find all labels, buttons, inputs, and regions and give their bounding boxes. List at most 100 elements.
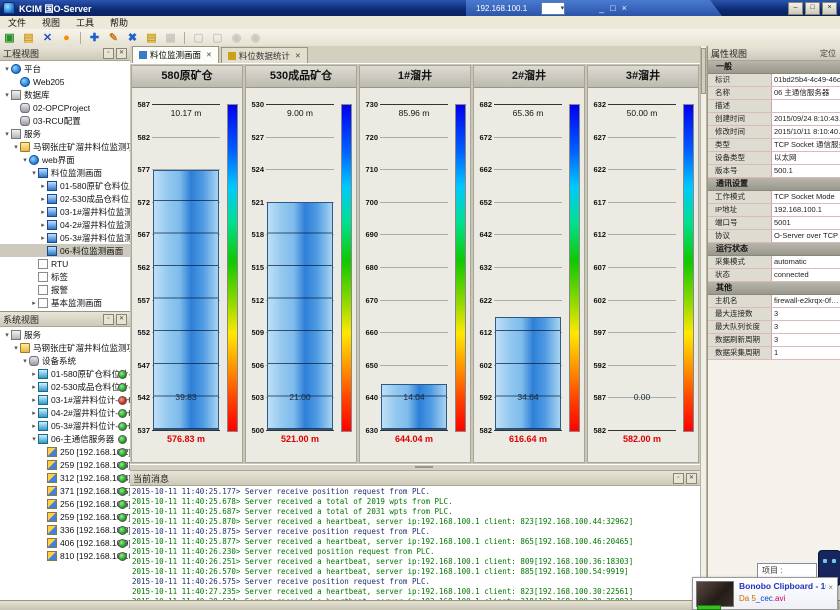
property-row[interactable]: 版本号500.1 bbox=[708, 165, 840, 178]
property-row[interactable]: 状态connected bbox=[708, 269, 840, 282]
property-row[interactable]: 名称06 主通信服务器 bbox=[708, 87, 840, 100]
tree-expander[interactable]: ▸ bbox=[30, 396, 38, 404]
tree-item[interactable]: ▾数据库 bbox=[0, 88, 130, 101]
tree-expander[interactable]: ▾ bbox=[12, 143, 20, 151]
tree-item[interactable]: ▸02-530成品仓料位监测-Mon bbox=[0, 192, 130, 205]
edit-icon[interactable]: ✎ bbox=[105, 31, 122, 45]
panel-close-icon[interactable]: ✕ bbox=[116, 48, 127, 59]
menu-item[interactable]: 工具 bbox=[68, 16, 102, 29]
tree-expander[interactable]: ▸ bbox=[30, 299, 38, 307]
tree-expander[interactable]: ▾ bbox=[3, 91, 11, 99]
tree-expander[interactable]: ▸ bbox=[39, 182, 47, 190]
notification-close-icon[interactable]: × bbox=[826, 581, 834, 606]
property-row[interactable]: 端口号5001 bbox=[708, 217, 840, 230]
tree-item[interactable]: ▸04-2#溜井料位监测-Mon bbox=[0, 218, 130, 231]
close-project-icon[interactable]: ✕ bbox=[39, 31, 56, 45]
document-tab[interactable]: 料位数据统计✕ bbox=[221, 47, 308, 63]
tree-item[interactable]: ▾服务 bbox=[0, 127, 130, 140]
window-button[interactable]: □ bbox=[805, 2, 820, 15]
tree-item[interactable]: 报警 bbox=[0, 283, 130, 296]
property-row[interactable]: 创建时间2015/09/24 8:10:43… bbox=[708, 113, 840, 126]
log-close-icon[interactable]: ✕ bbox=[686, 473, 697, 484]
tree-expander[interactable]: ▾ bbox=[30, 435, 38, 443]
property-row[interactable]: 设备类型以太网 bbox=[708, 152, 840, 165]
property-row[interactable]: 修改时间2015/10/11 8:10:40… bbox=[708, 126, 840, 139]
tree-expander[interactable]: ▸ bbox=[30, 383, 38, 391]
tree-expander[interactable]: ▸ bbox=[30, 409, 38, 417]
tree-item[interactable]: 02-OPCProject bbox=[0, 101, 130, 114]
tab-close-icon[interactable]: ✕ bbox=[206, 51, 212, 59]
panel-pin-icon[interactable]: ▫ bbox=[103, 48, 114, 59]
mdi-dropdown[interactable]: ▾ bbox=[541, 2, 565, 15]
run-icon[interactable]: ◉ bbox=[228, 31, 245, 45]
monitor-b-icon[interactable]: ▢ bbox=[209, 31, 226, 45]
scrollbar-thumb[interactable] bbox=[701, 48, 706, 94]
tree-item[interactable]: ▸05-3#溜井料位监测-Mon bbox=[0, 231, 130, 244]
property-row[interactable]: 最大队列长度3 bbox=[708, 321, 840, 334]
tree-expander[interactable]: ▸ bbox=[30, 370, 38, 378]
tree-item[interactable]: 259 [192.168.10.3]… bbox=[0, 458, 130, 471]
monitor-a-icon[interactable]: ▢ bbox=[190, 31, 207, 45]
tree-item[interactable]: ▾马钢张庄矿溜井料位监测项目画面- bbox=[0, 140, 130, 153]
tree-item[interactable]: ▸03-1#溜井料位监测-Mon bbox=[0, 205, 130, 218]
tree-expander[interactable]: ▾ bbox=[12, 344, 20, 352]
property-row[interactable]: 标识01bd25b4-4c49-46d5… bbox=[708, 74, 840, 87]
vertical-scrollbar[interactable] bbox=[700, 46, 707, 600]
mdi-button[interactable]: □ bbox=[610, 3, 615, 13]
tab-close-icon[interactable]: ✕ bbox=[295, 52, 301, 60]
tree-item-selected[interactable]: 06-料位监测画面 bbox=[0, 244, 130, 257]
tree-item[interactable]: 259 [192.168.10.7]… bbox=[0, 510, 130, 523]
window-button[interactable]: × bbox=[822, 2, 837, 15]
tree-item[interactable]: ▸01-580原矿仓料位计-CH… bbox=[0, 367, 130, 380]
log-restore-icon[interactable]: ▫ bbox=[673, 473, 684, 484]
tree-expander[interactable]: ▾ bbox=[30, 169, 38, 177]
tree-item[interactable]: ▸04-2#溜井料位计-CH… bbox=[0, 406, 130, 419]
tree-item[interactable]: 256 [192.168.10.6]… bbox=[0, 497, 130, 510]
tree-item[interactable]: ▾06-主通信服务器 bbox=[0, 432, 130, 445]
tree-expander[interactable]: ▾ bbox=[3, 65, 11, 73]
tree-item[interactable]: ▸01-580原矿仓料位监测-Mon bbox=[0, 179, 130, 192]
menu-item[interactable]: 帮助 bbox=[102, 16, 136, 29]
tree-item[interactable]: 371 [192.168.10.5]… bbox=[0, 484, 130, 497]
tree-item[interactable]: 312 [192.168.10.4]… bbox=[0, 471, 130, 484]
project-field[interactable]: 项目 : bbox=[757, 563, 817, 578]
horizontal-splitter[interactable] bbox=[130, 464, 700, 471]
stop-icon[interactable]: ◉ bbox=[247, 31, 264, 45]
property-row[interactable]: 主机名firewall-e2krqx-0f… bbox=[708, 295, 840, 308]
tree-expander[interactable]: ▾ bbox=[3, 130, 11, 138]
tree-item[interactable]: ▸05-3#溜井料位计-CH… bbox=[0, 419, 130, 432]
tree-expander[interactable]: ▸ bbox=[39, 221, 47, 229]
menu-item[interactable]: 视图 bbox=[34, 16, 68, 29]
mdi-document-tab[interactable]: 192.168.100.1 ▾ _□× bbox=[466, 0, 722, 16]
property-row[interactable]: 数据采集周期1 bbox=[708, 347, 840, 360]
clipboard-notification[interactable]: Bonobo Clipboard - 10% Da 5_cec.avi × bbox=[692, 577, 838, 610]
menu-item[interactable]: 文件 bbox=[0, 16, 34, 29]
tree-expander[interactable]: ▾ bbox=[21, 357, 29, 365]
locate-link[interactable]: 定位 bbox=[820, 48, 836, 59]
property-row[interactable]: 描述 bbox=[708, 100, 840, 113]
tree-item[interactable]: 336 [192.168.10.8]… bbox=[0, 523, 130, 536]
panel-pin-icon[interactable]: ▫ bbox=[103, 314, 114, 325]
tree-item[interactable]: 250 [192.168.10.2]… bbox=[0, 445, 130, 458]
tree-item[interactable]: Web205 bbox=[0, 75, 130, 88]
tree-item[interactable]: 406 [192.168.10.9]… bbox=[0, 536, 130, 549]
list-view-icon[interactable]: ▤ bbox=[143, 31, 160, 45]
tree-expander[interactable]: ▾ bbox=[21, 156, 29, 164]
document-tab[interactable]: 料位监测画面✕ bbox=[132, 46, 219, 63]
remove-icon[interactable]: ✖ bbox=[124, 31, 141, 45]
tree-expander[interactable]: ▸ bbox=[39, 234, 47, 242]
alarm-icon[interactable]: ● bbox=[58, 31, 75, 45]
property-row[interactable]: 工作模式TCP Socket Mode bbox=[708, 191, 840, 204]
open-project-icon[interactable]: ▣ bbox=[1, 31, 18, 45]
tree-item[interactable]: 810 [192.168.10.10]… bbox=[0, 549, 130, 562]
property-row[interactable]: 协议O-Server over TCP bbox=[708, 230, 840, 243]
splitter-grip[interactable] bbox=[415, 466, 433, 468]
tree-expander[interactable]: ▸ bbox=[39, 208, 47, 216]
save-icon[interactable]: ▦ bbox=[162, 31, 179, 45]
property-section-header[interactable]: 运行状态 bbox=[708, 243, 840, 256]
tree-item[interactable]: ▾平台 bbox=[0, 62, 130, 75]
property-section-header[interactable]: 通讯设置 bbox=[708, 178, 840, 191]
property-section-header[interactable]: 一般 bbox=[708, 61, 840, 74]
panel-close-icon[interactable]: ✕ bbox=[116, 314, 127, 325]
property-row[interactable]: 数据刷新周期3 bbox=[708, 334, 840, 347]
